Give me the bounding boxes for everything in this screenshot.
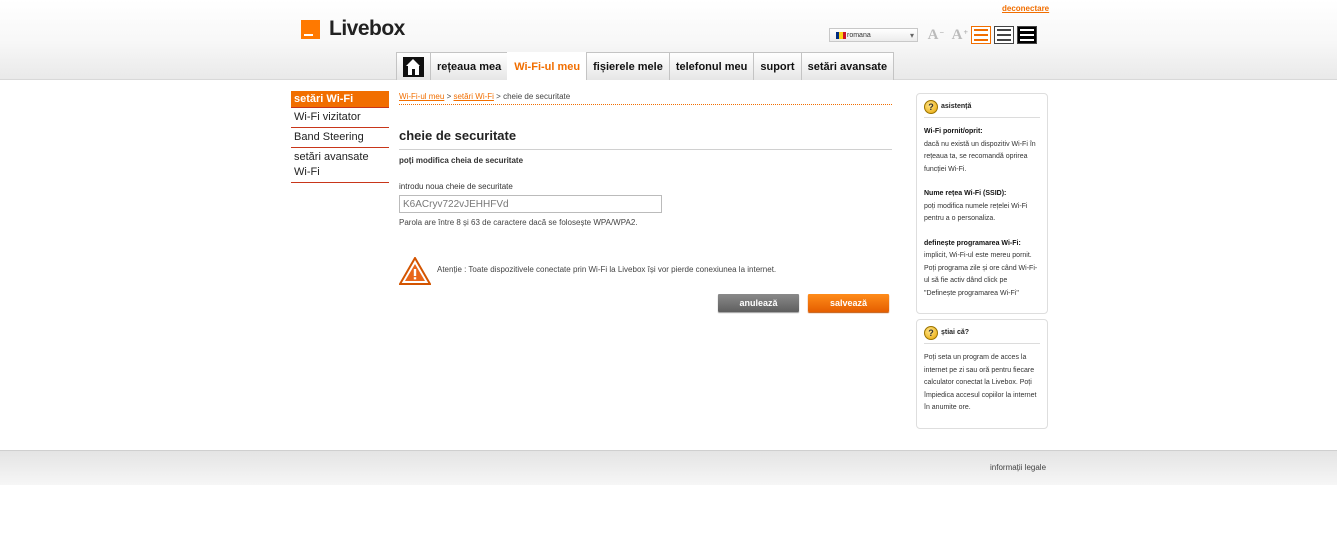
help-line: implicit, Wi-Fi-ul este mereu pornit. (924, 252, 1032, 259)
breadcrumb-separator: > (446, 92, 452, 101)
question-icon: ? (924, 325, 938, 340)
home-icon (403, 56, 424, 77)
sidebar-item-band-steering[interactable]: Band Steering (291, 128, 389, 148)
question-icon: ? (924, 99, 938, 114)
legal-info-link[interactable]: informații legale (990, 463, 1046, 472)
nav-my-wifi[interactable]: Wi-Fi-ul meu (507, 52, 588, 80)
help-title: asistență (941, 103, 972, 110)
help-header: ? asistență (924, 96, 1040, 118)
help-line: pentru a o personaliza. (924, 215, 996, 222)
font-decrease-icon[interactable]: A − (923, 26, 944, 44)
warning-text: Atenție : Toate dispozitivele conectate … (437, 264, 777, 274)
tip-line: în anumite ore. (924, 404, 971, 411)
warning-message: Atenție : Toate dispozitivele conectate … (399, 257, 892, 285)
nav-support[interactable]: suport (753, 52, 802, 80)
chevron-down-icon: ▾ (909, 31, 914, 40)
help-section-ssid: Nume rețea Wi-Fi (SSID): poți modifica n… (924, 188, 1040, 226)
nav-my-network[interactable]: rețeaua mea (430, 52, 509, 80)
help-heading: Nume rețea Wi-Fi (SSID): (924, 190, 1007, 197)
nav-my-files[interactable]: fișierele mele (586, 52, 670, 80)
sidebar-item-guest-wifi[interactable]: Wi-Fi vizitator (291, 108, 389, 128)
help-heading: Wi-Fi pornit/oprit: (924, 128, 983, 135)
warning-icon (399, 257, 431, 285)
theme-orange-icon[interactable] (971, 26, 991, 44)
help-section-wifi-toggle: Wi-Fi pornit/oprit: dacă nu există un di… (924, 126, 1040, 176)
accessibility-tools: A − A + (923, 26, 1040, 44)
key-hint: Parola are între 8 și 63 de caractere da… (399, 218, 638, 227)
theme-default-icon[interactable] (994, 26, 1014, 44)
language-value: romana (847, 31, 871, 39)
help-line: ul să fie activ dând click pe (924, 277, 1008, 284)
breadcrumb-current: cheie de securitate (503, 92, 571, 101)
cancel-button[interactable]: anulează (718, 294, 799, 312)
tip-line: internet pe zi sau oră pentru fiecare (924, 366, 1035, 374)
help-line: dacă nu există un dispozitiv Wi-Fi în (924, 140, 1036, 148)
romania-flag-icon (836, 31, 846, 39)
footer: informații legale (0, 450, 1337, 485)
logout-link[interactable]: deconectare (1002, 4, 1049, 13)
font-increase-icon[interactable]: A + (947, 26, 968, 44)
page-title: cheie de securitate (399, 128, 892, 150)
help-line: poți modifica numele rețelei Wi-Fi (924, 202, 1028, 210)
tip-line: calculator conectat la Livebox. Poți (924, 379, 1032, 386)
help-line: "Definește programarea Wi-Fi" (924, 289, 1019, 297)
help-line: rețeaua ta, se recomandă oprirea (924, 153, 1028, 160)
breadcrumb-wifi-settings[interactable]: setări Wi-Fi (453, 92, 493, 101)
breadcrumb: Wi-Fi-ul meu > setări Wi-Fi > cheie de s… (399, 90, 892, 105)
logo-text: Livebox (329, 17, 405, 40)
tip-title: știai că? (941, 329, 970, 336)
nav-my-phone[interactable]: telefonul meu (668, 52, 755, 80)
breadcrumb-my-wifi[interactable]: Wi-Fi-ul meu (399, 92, 444, 101)
security-key-input[interactable] (399, 195, 662, 213)
help-heading: definește programarea Wi-Fi: (924, 239, 1021, 247)
nav-home[interactable] (396, 52, 431, 80)
help-line: funcției Wi-Fi. (924, 165, 967, 173)
help-section-schedule: definește programarea Wi-Fi: implicit, W… (924, 238, 1040, 301)
sidebar: setări Wi-Fi Wi-Fi vizitator Band Steeri… (291, 91, 389, 183)
breadcrumb-separator: > (496, 92, 501, 101)
save-button[interactable]: salvează (808, 294, 889, 312)
tip-text: Poți seta un program de acces la interne… (924, 352, 1040, 415)
form-actions: anulează salvează (718, 294, 889, 312)
main-nav: rețeaua mea Wi-Fi-ul meu fișierele mele … (396, 52, 895, 80)
help-panel: ? asistență Wi-Fi pornit/oprit: dacă nu … (916, 93, 1048, 314)
page-subtitle: poți modifica cheia de securitate (399, 156, 524, 165)
livebox-logo[interactable]: Livebox (301, 17, 405, 41)
language-select[interactable]: romana ▾ (829, 28, 918, 42)
nav-advanced-settings[interactable]: setări avansate (800, 52, 895, 80)
main-content: Wi-Fi-ul meu > setări Wi-Fi > cheie de s… (399, 90, 892, 312)
tip-line: Poți seta un program de acces la (924, 354, 1027, 361)
orange-logo-icon (301, 19, 320, 39)
theme-contrast-icon[interactable] (1017, 26, 1037, 44)
help-line: Poți programa zile și ore când Wi-Fi- (924, 264, 1038, 272)
tip-panel: ? știai că? Poți seta un program de acce… (916, 319, 1048, 429)
sidebar-item-wifi-settings[interactable]: setări Wi-Fi (291, 91, 389, 108)
tip-header: ? știai că? (924, 322, 1040, 344)
key-field-label: introdu noua cheie de securitate (399, 182, 513, 191)
tip-line: împiedica accesul copiilor la internet (924, 391, 1037, 399)
sidebar-item-advanced-wifi[interactable]: setări avansate Wi-Fi (291, 148, 389, 183)
